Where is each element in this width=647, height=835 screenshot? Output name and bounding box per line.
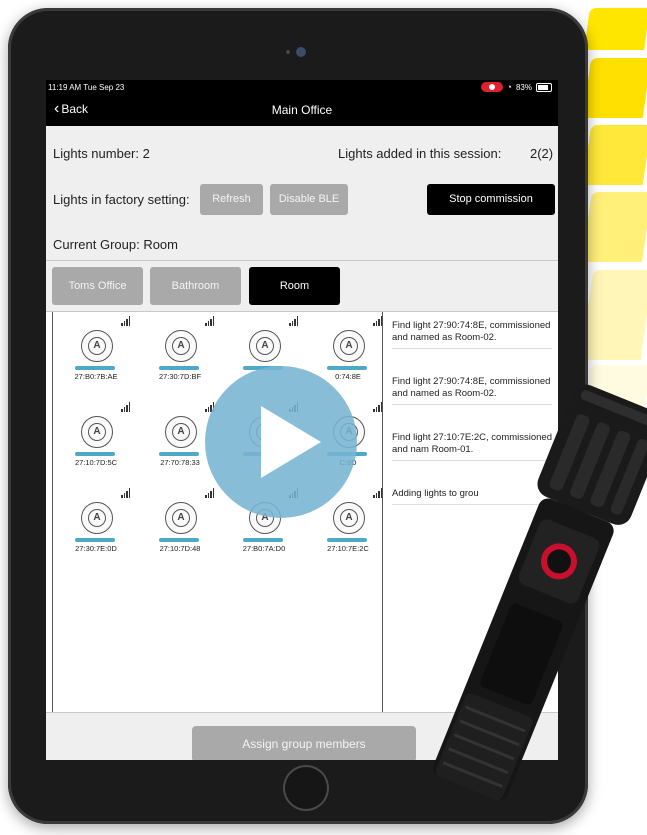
light-tile[interactable]: A 27:10:7D:48 (145, 488, 229, 553)
light-mac: 27:70:78:33 (160, 458, 200, 467)
signal-strength-icon (121, 316, 130, 326)
sensor-dot (286, 50, 290, 54)
light-status-bar (327, 538, 367, 542)
light-mac: 27:B0:7A:D0 (242, 544, 286, 553)
stop-commission-button[interactable]: Stop commission (427, 184, 555, 215)
light-mac: 27:10:7D:5C (74, 458, 118, 467)
assign-group-members-button[interactable]: Assign group members (192, 726, 416, 760)
factory-setting-label: Lights in factory setting: (53, 192, 190, 207)
recording-indicator-icon (480, 82, 503, 92)
log-item: Find light 27:90:74:8E, commissioned and… (392, 320, 552, 349)
lights-added-value: 2(2) (530, 146, 554, 161)
signal-strength-icon (205, 316, 214, 326)
status-time: 11:19 AM Tue Sep 23 (48, 83, 125, 92)
signal-strength-icon (121, 488, 130, 498)
signal-strength-icon (373, 316, 382, 326)
tab-room[interactable]: Room (249, 267, 340, 305)
lights-number: Lights number: 2 (53, 146, 150, 161)
signal-strength-icon (373, 402, 382, 412)
light-tile[interactable]: A 27:30:7D:BF (145, 316, 229, 381)
lights-added-label: Lights added in this session: (338, 146, 502, 161)
tab-bathroom[interactable]: Bathroom (150, 267, 241, 305)
signal-strength-icon (289, 316, 298, 326)
light-status-bar (159, 366, 199, 370)
lightbulb-icon: A (165, 330, 197, 362)
play-button[interactable] (205, 366, 357, 518)
light-mac: 27:B0:7B:AE (74, 372, 118, 381)
lightbulb-icon: A (333, 330, 365, 362)
group-tabs: Toms Office Bathroom Room (46, 262, 558, 312)
disable-ble-button[interactable]: Disable BLE (270, 184, 348, 215)
refresh-button[interactable]: Refresh (200, 184, 263, 215)
lightbulb-icon: A (333, 502, 365, 534)
lights-grid: A 27:B0:7B:AE A 27:30:7D:BF A A 0:74:8E A 27:10:… (52, 312, 383, 712)
light-status-bar (327, 366, 367, 370)
lightbulb-icon: A (165, 416, 197, 448)
light-status-bar (243, 538, 283, 542)
light-mac: 27:10:7D:48 (159, 544, 201, 553)
light-status-bar (75, 538, 115, 542)
lightbulb-icon: A (165, 502, 197, 534)
light-tile[interactable]: A 27:B0:7B:AE (61, 316, 145, 381)
light-tile[interactable]: A 27:10:7D:5C (61, 402, 145, 467)
tab-toms-office[interactable]: Toms Office (52, 267, 143, 305)
lightbulb-icon: A (81, 330, 113, 362)
wifi-icon: ◔ (506, 82, 512, 92)
front-camera (296, 47, 306, 57)
light-status-bar (75, 366, 115, 370)
panel-divider (382, 312, 383, 712)
signal-strength-icon (373, 488, 382, 498)
page-title: Main Office (271, 103, 333, 117)
light-mac: 27:30:7E:0D (75, 544, 117, 553)
lightbulb-icon: A (81, 502, 113, 534)
status-indicators: ◔ 83% (480, 82, 552, 92)
battery-percent: 83% (515, 82, 532, 92)
play-icon (261, 406, 321, 478)
navigation-bar: 11:19 AM Tue Sep 23 ◔ 83% ‹ Back Main Of… (46, 80, 558, 126)
light-status-bar (75, 452, 115, 456)
lightbulb-icon: A (249, 330, 281, 362)
signal-strength-icon (121, 402, 130, 412)
light-tile[interactable]: A 0:74:8E (313, 316, 397, 381)
light-status-bar (159, 538, 199, 542)
divider (46, 260, 558, 261)
light-tile[interactable]: A 27:30:7E:0D (61, 488, 145, 553)
lightbulb-icon: A (81, 416, 113, 448)
light-mac: 27:30:7D:BF (158, 372, 202, 381)
light-status-bar (159, 452, 199, 456)
current-group: Current Group: Room (53, 237, 178, 252)
signal-strength-icon (205, 488, 214, 498)
flashlight-image (433, 384, 647, 801)
home-button[interactable] (283, 765, 329, 811)
battery-icon (536, 82, 552, 92)
light-mac: 27:10:7E:2C (327, 544, 369, 553)
